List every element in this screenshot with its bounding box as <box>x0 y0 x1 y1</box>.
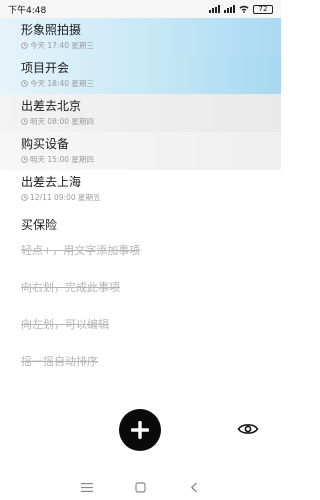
task-datetime: 明天 15:00 星期四 <box>30 155 94 164</box>
clock-icon <box>21 118 28 125</box>
clock-icon <box>21 80 28 87</box>
square-icon <box>135 481 146 493</box>
task-list: 形象照拍摄 今天 17:40 星期三 项目开会 今天 18:40 星期三 出差去… <box>0 18 281 241</box>
task-meta: 今天 18:40 星期三 <box>21 78 281 89</box>
task-title: 形象照拍摄 <box>21 23 82 37</box>
battery-level: 72 <box>258 4 268 13</box>
hint-item: 向左划，可以编辑 <box>21 318 109 331</box>
task-datetime: 明天 08:00 星期四 <box>30 117 94 126</box>
add-task-button[interactable] <box>119 409 161 451</box>
clock-icon <box>21 156 28 163</box>
nav-menu-button[interactable] <box>78 480 96 494</box>
back-icon <box>191 482 198 492</box>
status-bar: 下午4:48 72 <box>0 0 281 18</box>
task-item[interactable]: 购买设备 明天 15:00 星期四 <box>0 132 281 170</box>
status-time: 下午4:48 <box>8 5 47 16</box>
task-item[interactable]: 形象照拍摄 今天 17:40 星期三 <box>0 18 281 56</box>
task-title: 出差去上海 <box>21 175 82 189</box>
wifi-icon <box>239 5 249 13</box>
nav-home-button[interactable] <box>131 480 149 494</box>
system-nav-bar <box>0 474 281 500</box>
task-datetime: 今天 17:40 星期三 <box>30 41 94 50</box>
toggle-visibility-button[interactable] <box>236 419 260 439</box>
task-item[interactable]: 出差去北京 明天 08:00 星期四 <box>0 94 281 132</box>
signal-icon <box>209 5 220 13</box>
task-meta: 明天 15:00 星期四 <box>21 154 281 165</box>
plus-icon <box>131 421 149 439</box>
status-icons: 72 <box>209 4 273 14</box>
nav-back-button[interactable] <box>185 480 203 494</box>
hint-item: 摇一摇自动排序 <box>21 355 98 368</box>
clock-icon <box>21 42 28 49</box>
hint-item: 向右划，完成此事项 <box>21 281 120 294</box>
task-title: 项目开会 <box>21 61 70 75</box>
task-item[interactable]: 买保险 <box>0 208 281 241</box>
task-meta: 12/11 09:00 星期五 <box>21 192 281 203</box>
task-datetime: 12/11 09:00 星期五 <box>30 193 101 202</box>
clock-icon <box>21 194 28 201</box>
signal-icon-2 <box>224 5 235 13</box>
task-item[interactable]: 项目开会 今天 18:40 星期三 <box>0 56 281 94</box>
menu-icon <box>80 482 93 492</box>
hint-list: 轻点+，用文字添加事项 向右划，完成此事项 向左划，可以编辑 摇一摇自动排序 <box>0 243 281 391</box>
task-title: 买保险 <box>21 218 58 232</box>
task-title: 购买设备 <box>21 137 70 151</box>
task-title: 出差去北京 <box>21 99 82 113</box>
battery-icon: 72 <box>253 4 273 14</box>
hint-item: 轻点+，用文字添加事项 <box>21 244 141 257</box>
task-datetime: 今天 18:40 星期三 <box>30 79 94 88</box>
task-item[interactable]: 出差去上海 12/11 09:00 星期五 <box>0 170 281 208</box>
task-meta: 明天 08:00 星期四 <box>21 116 281 127</box>
task-meta: 今天 17:40 星期三 <box>21 40 281 51</box>
eye-icon <box>237 424 259 434</box>
